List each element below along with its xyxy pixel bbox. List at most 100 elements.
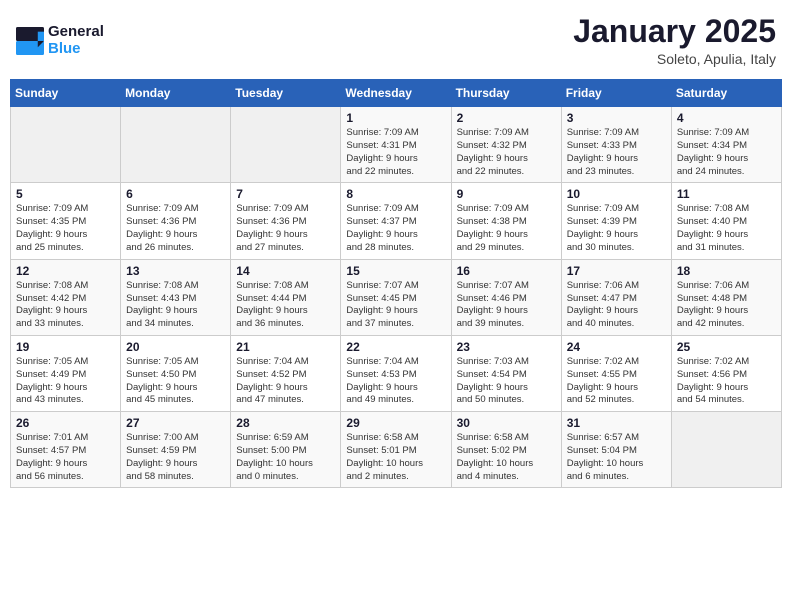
day-number: 4 — [677, 111, 776, 125]
day-info: Sunrise: 7:01 AM Sunset: 4:57 PM Dayligh… — [16, 432, 115, 483]
day-info: Sunrise: 7:08 AM Sunset: 4:40 PM Dayligh… — [677, 203, 776, 254]
day-info: Sunrise: 6:57 AM Sunset: 5:04 PM Dayligh… — [567, 432, 666, 483]
calendar-cell: 29Sunrise: 6:58 AM Sunset: 5:01 PM Dayli… — [341, 412, 451, 488]
day-info: Sunrise: 6:58 AM Sunset: 5:02 PM Dayligh… — [457, 432, 556, 483]
calendar-cell — [121, 107, 231, 183]
calendar-cell: 14 Sunrise: 7:08 AM Sunset: 4:44 PM Dayli… — [231, 259, 341, 335]
day-number: 8 — [346, 187, 445, 201]
day-number: 14 — [236, 264, 335, 278]
day-info: Sunrise: 7:00 AM Sunset: 4:59 PM Dayligh… — [126, 432, 225, 483]
day-info: Sunrise: 7:08 AM Sunset: 4:42 PM Dayligh… — [16, 280, 115, 331]
day-info: Sunrise: 7:09 AM Sunset: 4:36 PM Dayligh… — [236, 203, 335, 254]
calendar-cell: 13Sunrise: 7:08 AM Sunset: 4:43 PM Dayli… — [121, 259, 231, 335]
calendar-cell: 1 Sunrise: 7:09 AM Sunset: 4:31 PM Daylig… — [341, 107, 451, 183]
calendar-cell: 26 Sunrise: 7:01 AM Sunset: 4:57 PM Dayli… — [11, 412, 121, 488]
day-number: 30 — [457, 416, 556, 430]
day-info: Sunrise: 7:09 AM Sunset: 4:37 PM Dayligh… — [346, 203, 445, 254]
calendar-cell: 5Sunrise: 7:09 AM Sunset: 4:35 PM Daylig… — [11, 183, 121, 259]
day-number: 10 — [567, 187, 666, 201]
location: Soleto, Apulia, Italy — [573, 51, 776, 67]
calendar-cell: 3 Sunrise: 7:09 AM Sunset: 4:33 PM Daylig… — [561, 107, 671, 183]
calendar-cell: 9Sunrise: 7:09 AM Sunset: 4:38 PM Daylig… — [451, 183, 561, 259]
day-info: Sunrise: 7:09 AM Sunset: 4:31 PM Dayligh… — [346, 127, 445, 178]
day-info: Sunrise: 7:02 AM Sunset: 4:56 PM Dayligh… — [677, 356, 776, 407]
calendar-cell: 8 Sunrise: 7:09 AM Sunset: 4:37 PM Daylig… — [341, 183, 451, 259]
calendar-week-3: 12 Sunrise: 7:08 AM Sunset: 4:42 PM Dayli… — [11, 259, 782, 335]
calendar-cell: 18 Sunrise: 7:06 AM Sunset: 4:48 PM Dayli… — [671, 259, 781, 335]
day-number: 1 — [346, 111, 445, 125]
day-info: Sunrise: 7:09 AM Sunset: 4:39 PM Dayligh… — [567, 203, 666, 254]
day-info: Sunrise: 7:09 AM Sunset: 4:33 PM Dayligh… — [567, 127, 666, 178]
day-info: Sunrise: 7:05 AM Sunset: 4:50 PM Dayligh… — [126, 356, 225, 407]
day-number: 26 — [16, 416, 115, 430]
day-number: 28 — [236, 416, 335, 430]
day-info: Sunrise: 6:59 AM Sunset: 5:00 PM Dayligh… — [236, 432, 335, 483]
day-number: 20 — [126, 340, 225, 354]
calendar-cell: 7 Sunrise: 7:09 AM Sunset: 4:36 PM Daylig… — [231, 183, 341, 259]
weekday-header-monday: Monday — [121, 80, 231, 107]
day-number: 7 — [236, 187, 335, 201]
weekday-header-friday: Friday — [561, 80, 671, 107]
calendar-cell — [11, 107, 121, 183]
calendar-cell: 6Sunrise: 7:09 AM Sunset: 4:36 PM Daylig… — [121, 183, 231, 259]
title-block: January 2025 Soleto, Apulia, Italy — [573, 14, 776, 67]
day-number: 31 — [567, 416, 666, 430]
day-number: 11 — [677, 187, 776, 201]
calendar-cell: 30 Sunrise: 6:58 AM Sunset: 5:02 PM Dayli… — [451, 412, 561, 488]
day-number: 12 — [16, 264, 115, 278]
day-info: Sunrise: 7:06 AM Sunset: 4:48 PM Dayligh… — [677, 280, 776, 331]
day-number: 19 — [16, 340, 115, 354]
day-number: 25 — [677, 340, 776, 354]
day-number: 9 — [457, 187, 556, 201]
month-title: January 2025 — [573, 14, 776, 49]
weekday-header-tuesday: Tuesday — [231, 80, 341, 107]
calendar-cell: 17Sunrise: 7:06 AM Sunset: 4:47 PM Dayli… — [561, 259, 671, 335]
day-number: 27 — [126, 416, 225, 430]
calendar-cell: 21 Sunrise: 7:04 AM Sunset: 4:52 PM Dayli… — [231, 335, 341, 411]
day-number: 18 — [677, 264, 776, 278]
calendar-week-4: 19 Sunrise: 7:05 AM Sunset: 4:49 PM Dayli… — [11, 335, 782, 411]
day-info: Sunrise: 7:08 AM Sunset: 4:44 PM Dayligh… — [236, 280, 335, 331]
day-number: 21 — [236, 340, 335, 354]
calendar-cell: 11 Sunrise: 7:08 AM Sunset: 4:40 PM Dayli… — [671, 183, 781, 259]
day-info: Sunrise: 7:08 AM Sunset: 4:43 PM Dayligh… — [126, 280, 225, 331]
weekday-header-sunday: Sunday — [11, 80, 121, 107]
day-number: 3 — [567, 111, 666, 125]
day-number: 2 — [457, 111, 556, 125]
day-info: Sunrise: 7:02 AM Sunset: 4:55 PM Dayligh… — [567, 356, 666, 407]
calendar-cell: 23Sunrise: 7:03 AM Sunset: 4:54 PM Dayli… — [451, 335, 561, 411]
calendar-week-1: 1 Sunrise: 7:09 AM Sunset: 4:31 PM Daylig… — [11, 107, 782, 183]
calendar-cell: 15 Sunrise: 7:07 AM Sunset: 4:45 PM Dayli… — [341, 259, 451, 335]
calendar-cell: 25 Sunrise: 7:02 AM Sunset: 4:56 PM Dayli… — [671, 335, 781, 411]
calendar-cell: 20 Sunrise: 7:05 AM Sunset: 4:50 PM Dayli… — [121, 335, 231, 411]
day-info: Sunrise: 7:04 AM Sunset: 4:52 PM Dayligh… — [236, 356, 335, 407]
calendar-cell: 24Sunrise: 7:02 AM Sunset: 4:55 PM Dayli… — [561, 335, 671, 411]
weekday-header-saturday: Saturday — [671, 80, 781, 107]
calendar-cell: 10 Sunrise: 7:09 AM Sunset: 4:39 PM Dayli… — [561, 183, 671, 259]
logo-text: General Blue — [48, 24, 104, 57]
day-number: 15 — [346, 264, 445, 278]
calendar-week-2: 5Sunrise: 7:09 AM Sunset: 4:35 PM Daylig… — [11, 183, 782, 259]
day-info: Sunrise: 7:09 AM Sunset: 4:35 PM Dayligh… — [16, 203, 115, 254]
day-info: Sunrise: 7:07 AM Sunset: 4:45 PM Dayligh… — [346, 280, 445, 331]
day-info: Sunrise: 7:06 AM Sunset: 4:47 PM Dayligh… — [567, 280, 666, 331]
day-info: Sunrise: 7:05 AM Sunset: 4:49 PM Dayligh… — [16, 356, 115, 407]
calendar-cell: 31 Sunrise: 6:57 AM Sunset: 5:04 PM Dayli… — [561, 412, 671, 488]
calendar-cell: 2Sunrise: 7:09 AM Sunset: 4:32 PM Daylig… — [451, 107, 561, 183]
day-info: Sunrise: 7:09 AM Sunset: 4:34 PM Dayligh… — [677, 127, 776, 178]
calendar-cell: 16Sunrise: 7:07 AM Sunset: 4:46 PM Dayli… — [451, 259, 561, 335]
calendar-cell: 27 Sunrise: 7:00 AM Sunset: 4:59 PM Dayli… — [121, 412, 231, 488]
calendar-cell — [231, 107, 341, 183]
calendar-cell — [671, 412, 781, 488]
day-number: 22 — [346, 340, 445, 354]
weekday-header-wednesday: Wednesday — [341, 80, 451, 107]
day-number: 23 — [457, 340, 556, 354]
day-number: 6 — [126, 187, 225, 201]
calendar-cell: 19 Sunrise: 7:05 AM Sunset: 4:49 PM Dayli… — [11, 335, 121, 411]
calendar-cell: 28 Sunrise: 6:59 AM Sunset: 5:00 PM Dayli… — [231, 412, 341, 488]
day-info: Sunrise: 7:04 AM Sunset: 4:53 PM Dayligh… — [346, 356, 445, 407]
day-number: 16 — [457, 264, 556, 278]
day-info: Sunrise: 6:58 AM Sunset: 5:01 PM Dayligh… — [346, 432, 445, 483]
calendar-table: SundayMondayTuesdayWednesdayThursdayFrid… — [10, 79, 782, 488]
calendar-cell: 22 Sunrise: 7:04 AM Sunset: 4:53 PM Dayli… — [341, 335, 451, 411]
